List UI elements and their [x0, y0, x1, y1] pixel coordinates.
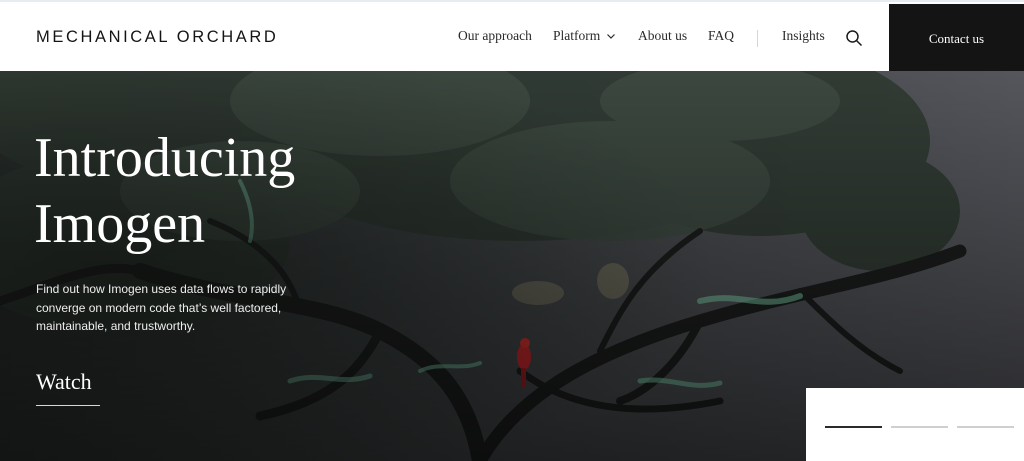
nav-platform[interactable]: Platform: [553, 28, 616, 44]
search-icon[interactable]: [845, 29, 863, 47]
chevron-down-icon: [607, 34, 616, 39]
hero-description: Find out how Imogen uses data flows to r…: [36, 282, 287, 333]
nav-divider: [757, 30, 758, 47]
nav-label: Our approach: [458, 28, 532, 43]
brand-logo[interactable]: MECHANICAL ORCHARD: [36, 28, 278, 47]
nav-our-approach[interactable]: Our approach: [458, 28, 532, 44]
carousel-indicator-2[interactable]: [891, 426, 948, 428]
nav-label: Platform: [553, 28, 601, 43]
nav-about-us[interactable]: About us: [638, 28, 687, 44]
carousel-indicator-3[interactable]: [957, 426, 1014, 428]
nav-label: Insights: [782, 28, 825, 43]
contact-us-button[interactable]: Contact us: [889, 4, 1024, 73]
nav-faq[interactable]: FAQ: [708, 28, 734, 44]
hero-title: Introducing Imogen: [34, 125, 295, 257]
nav-label: About us: [638, 28, 688, 43]
hero-section: Introducing Imogen Find out how Imogen u…: [0, 71, 1024, 461]
carousel-indicator-1[interactable]: [825, 426, 882, 428]
nav-insights[interactable]: Insights: [782, 28, 825, 44]
watch-link[interactable]: Watch: [36, 369, 100, 406]
top-nav-bar: MECHANICAL ORCHARD Our approach Platform…: [0, 0, 1024, 73]
carousel-indicators: [806, 388, 1024, 461]
hero-title-line-1: Introducing: [34, 127, 296, 189]
hero-title-line-2: Imogen: [34, 193, 206, 255]
nav-label: FAQ: [708, 28, 735, 43]
